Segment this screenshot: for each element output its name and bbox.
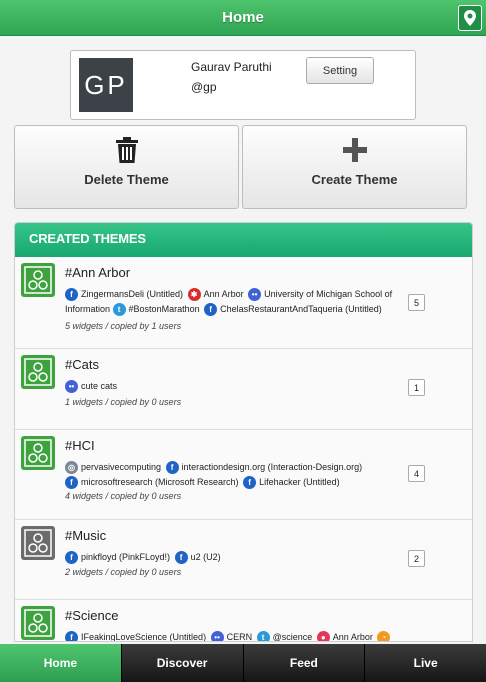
flickr-icon: •• [65, 380, 78, 394]
facebook-icon: f [65, 631, 78, 641]
source-item[interactable]: t @science [256, 631, 312, 641]
profile-handle: @gp [191, 80, 217, 94]
setting-button[interactable]: Setting [306, 57, 374, 84]
source-item[interactable]: f microsoftresearch (Microsoft Research) [65, 476, 239, 490]
flickr-icon: •• [210, 631, 224, 641]
theme-meta: 4 widgets / copied by 0 users [65, 491, 182, 501]
theme-name: #Cats [65, 357, 99, 372]
theme-meta: 1 widgets / copied by 0 users [65, 397, 182, 407]
theme-row[interactable]: #HCI ◎ pervasivecomputing f interactiondes… [15, 430, 472, 520]
widget-count-badge: 1 [408, 379, 425, 396]
flickr-icon: •• [248, 288, 262, 302]
source-item[interactable]: ◎ pervasivecomputing [65, 461, 161, 475]
rss-icon: ◔ [377, 631, 391, 641]
theme-sources: •• cute cats [65, 379, 395, 394]
theme-row[interactable]: #Cats •• cute cats 1 widgets / copied by … [15, 349, 472, 430]
theme-sources: f IFeakingLoveScience (Untitled) •• CERN t… [65, 630, 395, 641]
instagram-icon: ● [316, 631, 330, 641]
theme-icon [21, 355, 55, 389]
source-item[interactable]: ✱ Ann Arbor [187, 288, 244, 302]
source-item[interactable]: t #BostonMarathon [112, 303, 200, 317]
profile-name: Gaurav Paruthi [191, 60, 272, 74]
theme-sources: ◎ pervasivecomputing f interactiondesign.o… [65, 460, 395, 490]
theme-name: #Music [65, 528, 107, 543]
theme-sources: f ZingermansDeli (Untitled) ✱ Ann Arbor ••… [65, 287, 395, 317]
tab-live[interactable]: Live [365, 644, 486, 682]
theme-icon [21, 436, 55, 470]
theme-sources: f pinkfloyd (PinkFLoyd!) f u2 (U2) [65, 550, 395, 565]
source-item[interactable]: f u2 (U2) [174, 551, 221, 565]
theme-row[interactable]: #Ann Arbor f ZingermansDeli (Untitled) ✱ A… [15, 257, 472, 349]
source-item[interactable]: f IFeakingLoveScience (Untitled) [65, 631, 206, 641]
source-item[interactable]: •• cute cats [65, 380, 117, 394]
source-item[interactable]: f Lifehacker (Untitled) [243, 476, 340, 490]
theme-name: #HCI [65, 438, 95, 453]
theme-meta: 2 widgets / copied by 0 users [65, 567, 182, 577]
create-theme-label: Create Theme [311, 172, 398, 187]
trash-icon [115, 137, 138, 163]
create-theme-button[interactable]: Create Theme [242, 125, 467, 209]
widget-count-badge: 4 [408, 465, 425, 482]
source-item[interactable]: f pinkfloyd (PinkFLoyd!) [65, 551, 170, 565]
source-item[interactable]: f ChelasRestaurantAndTaqueria (Untitled) [204, 303, 382, 317]
facebook-icon: f [65, 476, 78, 490]
facebook-icon: f [65, 551, 78, 565]
source-item[interactable]: ● Ann Arbor [316, 631, 373, 641]
widget-count-badge: 2 [408, 550, 425, 567]
theme-icon [21, 526, 55, 560]
facebook-icon: f [243, 476, 257, 490]
delete-theme-label: Delete Theme [84, 172, 169, 187]
plus-icon [342, 138, 367, 162]
delete-theme-button[interactable]: Delete Theme [14, 125, 239, 209]
yelp-icon: ✱ [187, 288, 201, 302]
page-title: Home [222, 9, 264, 26]
created-themes-header: CREATED THEMES [15, 223, 472, 257]
theme-name: #Ann Arbor [65, 265, 131, 280]
facebook-icon: f [65, 288, 78, 302]
map-pin-icon[interactable] [458, 5, 482, 31]
facebook-icon: f [165, 461, 179, 475]
source-item[interactable]: f ZingermansDeli (Untitled) [65, 288, 183, 302]
created-themes-panel: CREATED THEMES #Ann Arbor f ZingermansDel… [14, 222, 473, 642]
twitter-icon: t [256, 631, 270, 641]
theme-row[interactable]: #Science f IFeakingLoveScience (Untitled)… [15, 600, 472, 641]
facebook-icon: f [204, 303, 218, 317]
profile-card: GP Gaurav Paruthi @gp Setting [70, 50, 416, 120]
widget-count-badge: 5 [408, 294, 425, 311]
theme-name: #Science [65, 608, 119, 623]
source-item[interactable]: ◔ [377, 631, 393, 641]
tab-home[interactable]: Home [0, 644, 122, 682]
source-item[interactable]: •• CERN [210, 631, 252, 641]
source-item[interactable]: f interactiondesign.org (Interaction-Desi… [165, 461, 362, 475]
top-bar: Home [0, 0, 486, 36]
avatar: GP [79, 58, 133, 112]
web-icon: ◎ [65, 461, 78, 475]
facebook-icon: f [174, 551, 188, 565]
tab-feed[interactable]: Feed [243, 644, 366, 682]
tab-discover[interactable]: Discover [121, 644, 244, 682]
theme-row[interactable]: #Music f pinkfloyd (PinkFLoyd!) f u2 (U2) … [15, 520, 472, 600]
twitter-icon: t [112, 303, 126, 317]
theme-icon [21, 606, 55, 640]
bottom-tab-bar: Home Discover Feed Live [0, 644, 486, 682]
theme-icon [21, 263, 55, 297]
theme-meta: 5 widgets / copied by 1 users [65, 321, 182, 331]
